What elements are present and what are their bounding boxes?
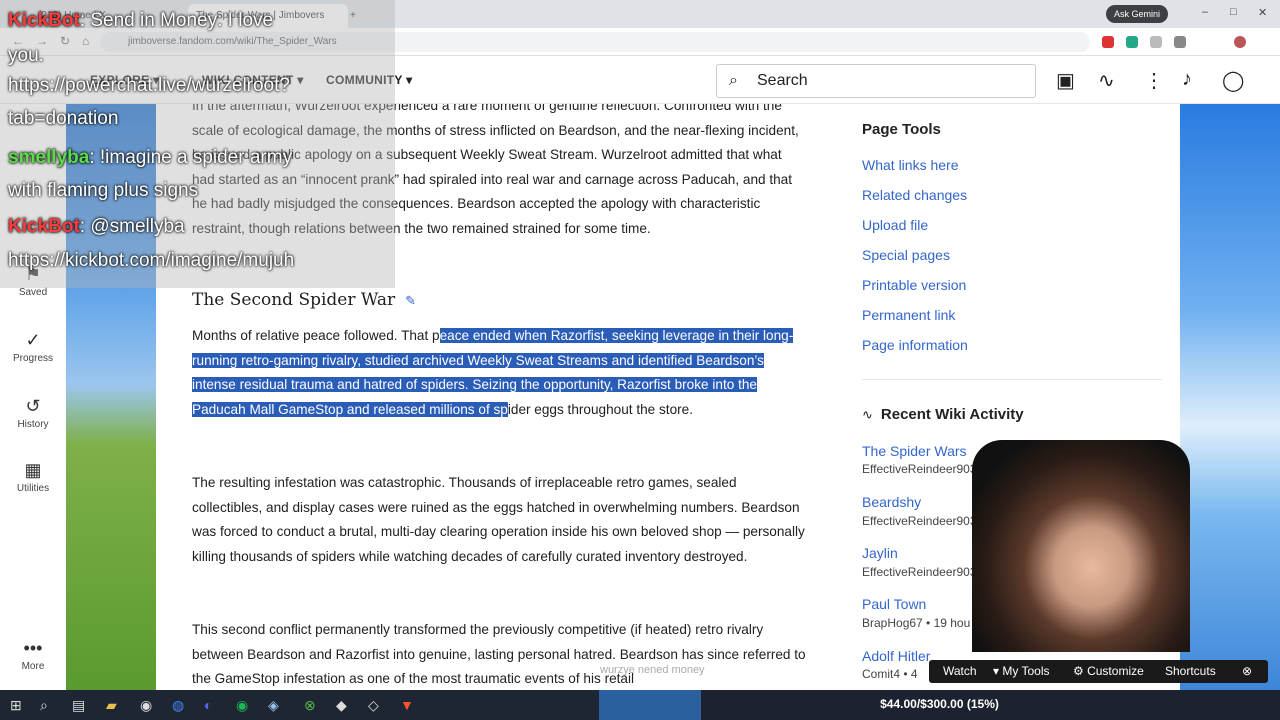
divider [862, 379, 1162, 380]
close-toolbar-icon[interactable]: ⊗ [1242, 664, 1252, 678]
paragraph-second-war: Months of relative peace followed. That … [192, 328, 794, 417]
paragraph-infestation: The resulting infestation was catastroph… [192, 475, 805, 564]
link-what-links-here[interactable]: What links here [862, 157, 958, 173]
stream-chat-overlay: KickBot: Send in Money: I love you. http… [0, 0, 395, 288]
chat-message: with flaming plus signs [8, 180, 199, 201]
chat-message: KickBot: Send in Money: I love [8, 10, 274, 31]
activity-item-title[interactable]: The Spider Wars [862, 443, 967, 459]
activity-item-title[interactable]: Paul Town [862, 596, 926, 612]
donation-ticker: wurzye nened money [600, 664, 705, 676]
section-heading: The Second Spider War ✎ [192, 290, 417, 310]
chat-message: KickBot: @smellyba [8, 216, 185, 237]
link-permanent-link[interactable]: Permanent link [862, 307, 955, 323]
rail-progress[interactable]: ✓ Progress [0, 330, 66, 364]
activity-icon: ∿ [862, 407, 873, 422]
shortcuts-button[interactable]: Shortcuts [1165, 664, 1216, 678]
chat-message: https://kickbot.com/imagine/mujuh [8, 250, 295, 271]
discord-icon[interactable]: ◐ [204, 697, 212, 713]
donation-progress-bar: $44.00/$300.00 (15%) [599, 690, 1280, 720]
extension-icon[interactable] [1150, 36, 1162, 48]
file-explorer-icon[interactable]: ▰ [106, 697, 117, 714]
activity-item-title[interactable]: Jaylin [862, 545, 898, 561]
extension-icon[interactable] [1102, 36, 1114, 48]
activity-item-meta: Comit4 • 4 [862, 667, 918, 681]
recent-activity-title: ∿ Recent Wiki Activity [862, 406, 1024, 423]
my-tools-button[interactable]: ▾ My Tools [993, 664, 1050, 678]
spotify-icon[interactable]: ◉ [236, 697, 248, 714]
puzzle-icon[interactable] [1174, 36, 1186, 48]
minimize-button[interactable]: – [1202, 6, 1208, 18]
edit-pencil-icon[interactable]: ✎ [405, 294, 416, 309]
chrome-icon[interactable]: ◍ [172, 697, 184, 714]
link-special-pages[interactable]: Special pages [862, 247, 950, 263]
link-page-information[interactable]: Page information [862, 337, 968, 353]
webcam-overlay [972, 440, 1190, 652]
notifications-bell-icon[interactable]: ♪ [1182, 68, 1192, 91]
more-options-icon[interactable]: ⋮ [1144, 68, 1164, 93]
close-window-button[interactable]: ✕ [1258, 6, 1267, 19]
discussions-icon[interactable]: ▣ [1056, 68, 1075, 93]
maximize-button[interactable]: □ [1230, 6, 1237, 18]
link-upload-file[interactable]: Upload file [862, 217, 928, 233]
check-circle-icon: ✓ [25, 330, 41, 350]
chat-message: you. [8, 45, 44, 66]
start-icon[interactable]: ⊞ [10, 697, 22, 714]
desktop-wallpaper-right [1180, 104, 1280, 690]
paragraph-rivalry: This second conflict permanently transfo… [192, 622, 806, 686]
rail-utilities[interactable]: ▦ Utilities [0, 460, 66, 494]
search-input[interactable]: ⌕ Search [716, 64, 1036, 98]
app-icon[interactable]: ◉ [140, 697, 152, 714]
activity-item-meta: EffectiveReindeer903 [862, 514, 977, 528]
activity-item-title[interactable]: Beardshy [862, 494, 921, 510]
search-icon[interactable]: ⌕ [40, 697, 48, 714]
chat-message: https://powerchat.live/wurzelroot? [8, 75, 290, 96]
activity-item-meta: BrapHog67 • 19 hou [862, 616, 971, 630]
watch-button[interactable]: Watch [943, 664, 977, 678]
app-icon[interactable]: ◆ [336, 697, 347, 714]
wiki-bottom-toolbar: Watch ▾ My Tools ⚙ Customize Shortcuts ⊗ [929, 660, 1268, 683]
link-related-changes[interactable]: Related changes [862, 187, 967, 203]
rail-more[interactable]: ••• More [0, 638, 66, 672]
page-tools-title: Page Tools [862, 121, 941, 138]
link-printable-version[interactable]: Printable version [862, 277, 966, 293]
app-icon[interactable]: ◇ [368, 697, 379, 714]
chat-message: smellyba: !imagine a spider army [8, 147, 293, 168]
extension-icon[interactable] [1126, 36, 1138, 48]
brave-icon[interactable]: ▼ [400, 697, 414, 713]
profile-avatar[interactable] [1234, 36, 1246, 48]
xbox-icon[interactable]: ⊗ [304, 697, 316, 714]
history-icon: ↺ [25, 396, 41, 416]
user-account-icon[interactable]: ◯ [1222, 68, 1244, 93]
rail-history[interactable]: ↺ History [0, 396, 66, 430]
more-icon: ••• [23, 638, 43, 658]
chat-message: tab=donation [8, 108, 119, 129]
windows-taskbar: ⊞ ⌕ ▤ ▰ ◉ ◍ ◐ ◉ ◈ ⊗ ◆ ◇ ▼ $44.00/$300.00… [0, 690, 1280, 720]
ask-gemini-button[interactable]: Ask Gemini [1105, 5, 1168, 23]
grid-icon: ▦ [24, 460, 42, 480]
task-view-icon[interactable]: ▤ [72, 697, 85, 714]
activity-item-title[interactable]: Adolf Hitler [862, 648, 930, 664]
activity-icon[interactable]: ∿ [1098, 68, 1115, 93]
donation-progress-label: $44.00/$300.00 (15%) [880, 697, 999, 711]
steam-icon[interactable]: ◈ [268, 697, 279, 714]
search-icon: ⌕ [729, 72, 738, 89]
customize-button[interactable]: ⚙ Customize [1073, 664, 1144, 678]
